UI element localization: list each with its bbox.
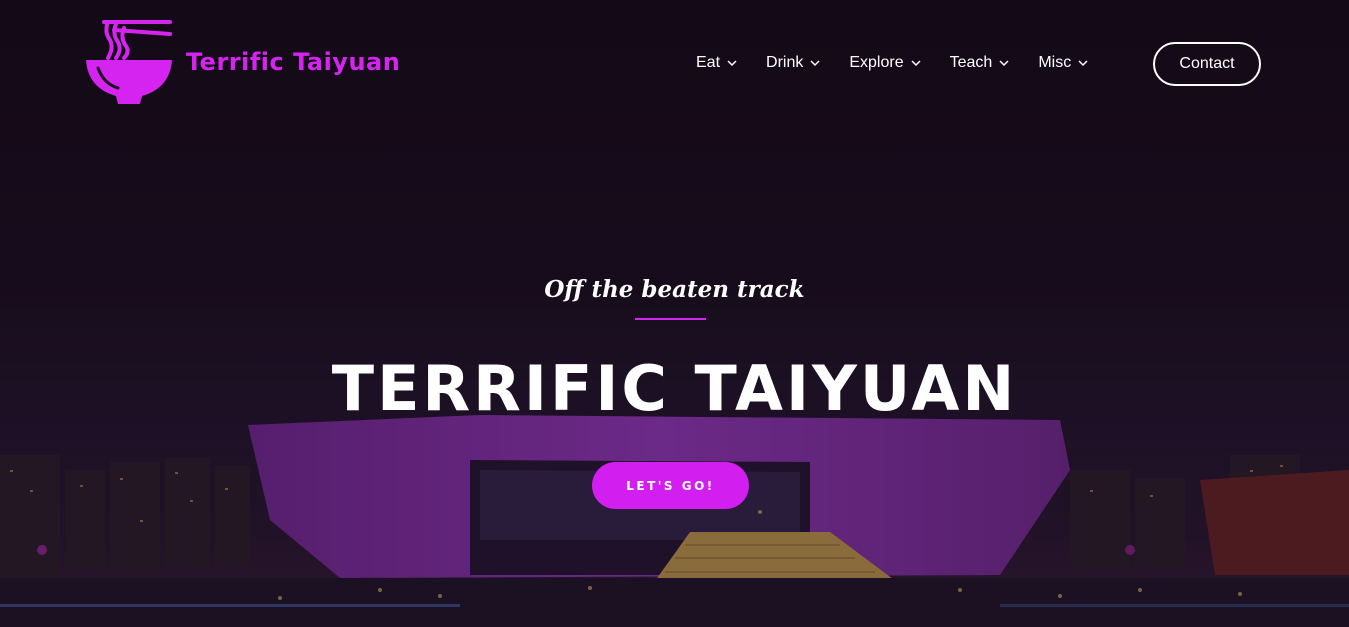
hero-title: TERRIFIC TAIYUAN — [331, 352, 1018, 425]
chevron-down-icon — [1078, 60, 1088, 67]
brand-name: Terrific Taiyuan — [186, 48, 401, 76]
hero-tagline: Off the beaten track — [544, 276, 805, 303]
chevron-down-icon — [810, 60, 820, 67]
hero-section: Terrific Taiyuan Eat Drink Explore Teach… — [0, 0, 1349, 627]
nav-item-label: Misc — [1038, 54, 1072, 71]
nav-item-teach[interactable]: Teach — [950, 42, 1010, 84]
nav-item-label: Drink — [766, 54, 804, 71]
chevron-down-icon — [911, 60, 921, 67]
brand-logo[interactable]: Terrific Taiyuan — [84, 18, 400, 106]
nav-item-label: Explore — [849, 54, 904, 71]
nav-item-explore[interactable]: Explore — [849, 42, 921, 84]
chevron-down-icon — [727, 60, 737, 67]
tagline-divider — [635, 318, 706, 320]
main-nav: Eat Drink Explore Teach Misc — [696, 42, 1117, 84]
nav-item-drink[interactable]: Drink — [766, 42, 820, 84]
noodle-bowl-icon — [86, 20, 172, 104]
chevron-down-icon — [999, 60, 1009, 67]
contact-button[interactable]: Contact — [1153, 42, 1261, 86]
nav-item-label: Teach — [949, 54, 993, 71]
nav-item-misc[interactable]: Misc — [1038, 42, 1088, 84]
nav-item-eat[interactable]: Eat — [696, 42, 737, 84]
nav-item-label: Eat — [696, 54, 721, 71]
lets-go-button[interactable]: LET'S GO! — [592, 462, 749, 509]
